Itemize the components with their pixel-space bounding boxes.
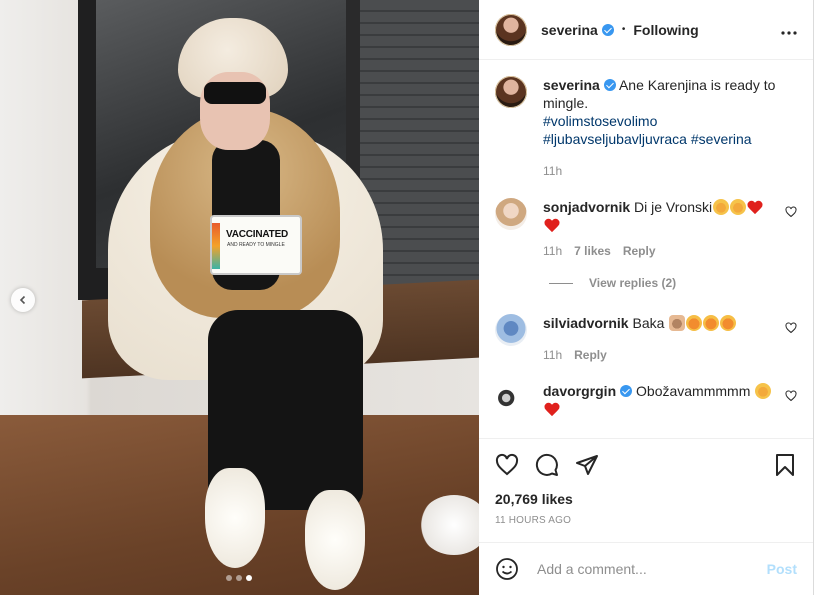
- reply-button[interactable]: Reply: [623, 242, 656, 260]
- emoji-icon[interactable]: [495, 557, 519, 581]
- post-actions: 20,769 likes 11 HOURS AGO: [479, 438, 813, 542]
- post-photo[interactable]: VACCINATED AND READY TO MINGLE: [0, 0, 479, 595]
- more-options-button[interactable]: [781, 22, 797, 38]
- avatar[interactable]: [495, 382, 527, 414]
- laughing-emoji-icon: [755, 383, 772, 399]
- laughing-emoji-icon: [713, 199, 730, 215]
- sunglasses: [204, 82, 266, 104]
- likes-count[interactable]: 20,769 likes: [495, 491, 797, 507]
- avatar[interactable]: [495, 314, 527, 346]
- hashtag-link[interactable]: #ljubavseljubavljuvraca: [543, 131, 687, 147]
- smiling-hearts-emoji-icon: [703, 315, 720, 331]
- bookmark-icon[interactable]: [773, 453, 797, 477]
- comment-text: Obožavammmmm: [636, 383, 751, 399]
- like-comment-heart-icon[interactable]: [785, 322, 797, 334]
- caption-author[interactable]: severina: [543, 77, 600, 93]
- heart-emoji-icon: [544, 219, 560, 233]
- author-username[interactable]: severina: [541, 22, 598, 38]
- comment-author[interactable]: silviadvornik: [543, 315, 629, 331]
- comments-list[interactable]: severina Ane Karenjina is ready to mingl…: [479, 60, 813, 438]
- smiling-hearts-emoji-icon: [686, 315, 703, 331]
- laughing-emoji-icon: [730, 199, 747, 215]
- caption: severina Ane Karenjina is ready to mingl…: [495, 76, 797, 180]
- carousel-dot: [226, 575, 232, 581]
- woman-in-fur-coat: VACCINATED AND READY TO MINGLE: [100, 10, 390, 595]
- verified-icon: [603, 79, 616, 91]
- post-side-panel: severina • Following severina Ane Karenj…: [479, 0, 813, 595]
- hashtag-link[interactable]: #severina: [691, 131, 752, 147]
- carousel-dot-active: [246, 575, 252, 581]
- bag-text-sub: AND READY TO MINGLE: [227, 242, 285, 248]
- praying-hands-emoji-icon: [669, 315, 686, 331]
- comment-time[interactable]: 11h: [543, 346, 562, 364]
- verified-icon: [620, 385, 633, 397]
- comment-item: davorgrgin Obožavammmmm: [495, 382, 797, 418]
- comment-item: silviadvornik Baka 11h Reply: [495, 314, 797, 364]
- post-header: severina • Following: [479, 0, 813, 60]
- heart-emoji-icon: [544, 403, 560, 417]
- like-comment-heart-icon[interactable]: [785, 206, 797, 218]
- vaccinated-bag: VACCINATED AND READY TO MINGLE: [210, 215, 302, 275]
- hashtag-link[interactable]: #volimstosevolimo: [543, 113, 657, 129]
- chevron-left-icon: [19, 295, 26, 305]
- view-replies-button[interactable]: View replies (2): [549, 276, 797, 290]
- heart-icon[interactable]: [495, 453, 519, 477]
- post-timestamp[interactable]: 11 HOURS AGO: [495, 515, 797, 526]
- avatar[interactable]: [495, 13, 527, 46]
- comment-input[interactable]: [535, 560, 767, 578]
- carousel-dot: [236, 575, 242, 581]
- post-comment-button[interactable]: Post: [767, 561, 797, 577]
- post-modal: VACCINATED AND READY TO MINGLE severina …: [0, 0, 814, 595]
- verified-icon: [601, 23, 614, 36]
- comment-time[interactable]: 11h: [543, 242, 562, 260]
- reply-button[interactable]: Reply: [574, 346, 607, 364]
- comment-text: Baka: [632, 315, 665, 331]
- comment-composer: Post: [479, 542, 813, 595]
- bag-text-main: VACCINATED: [226, 229, 289, 240]
- avatar[interactable]: [495, 198, 527, 230]
- smiling-hearts-emoji-icon: [720, 315, 737, 331]
- like-comment-heart-icon[interactable]: [785, 390, 797, 402]
- comment-author[interactable]: sonjadvornik: [543, 199, 630, 215]
- view-replies-label: View replies (2): [589, 276, 677, 290]
- more-icon: [781, 30, 797, 35]
- share-icon[interactable]: [575, 453, 599, 477]
- comment-likes[interactable]: 7 likes: [574, 242, 611, 260]
- previous-photo-button[interactable]: [11, 288, 35, 312]
- comment-icon[interactable]: [535, 453, 559, 477]
- carousel-indicator: [226, 575, 252, 581]
- avatar[interactable]: [495, 76, 527, 108]
- caption-time[interactable]: 11h: [543, 162, 562, 180]
- comment-item: sonjadvornik Di je Vronski 11h 7 likes R…: [495, 198, 797, 260]
- following-button[interactable]: Following: [633, 22, 698, 38]
- comment-text: Di je Vronski: [634, 199, 713, 215]
- separator: •: [621, 24, 626, 35]
- heart-emoji-icon: [747, 201, 763, 215]
- comment-author[interactable]: davorgrgin: [543, 383, 616, 399]
